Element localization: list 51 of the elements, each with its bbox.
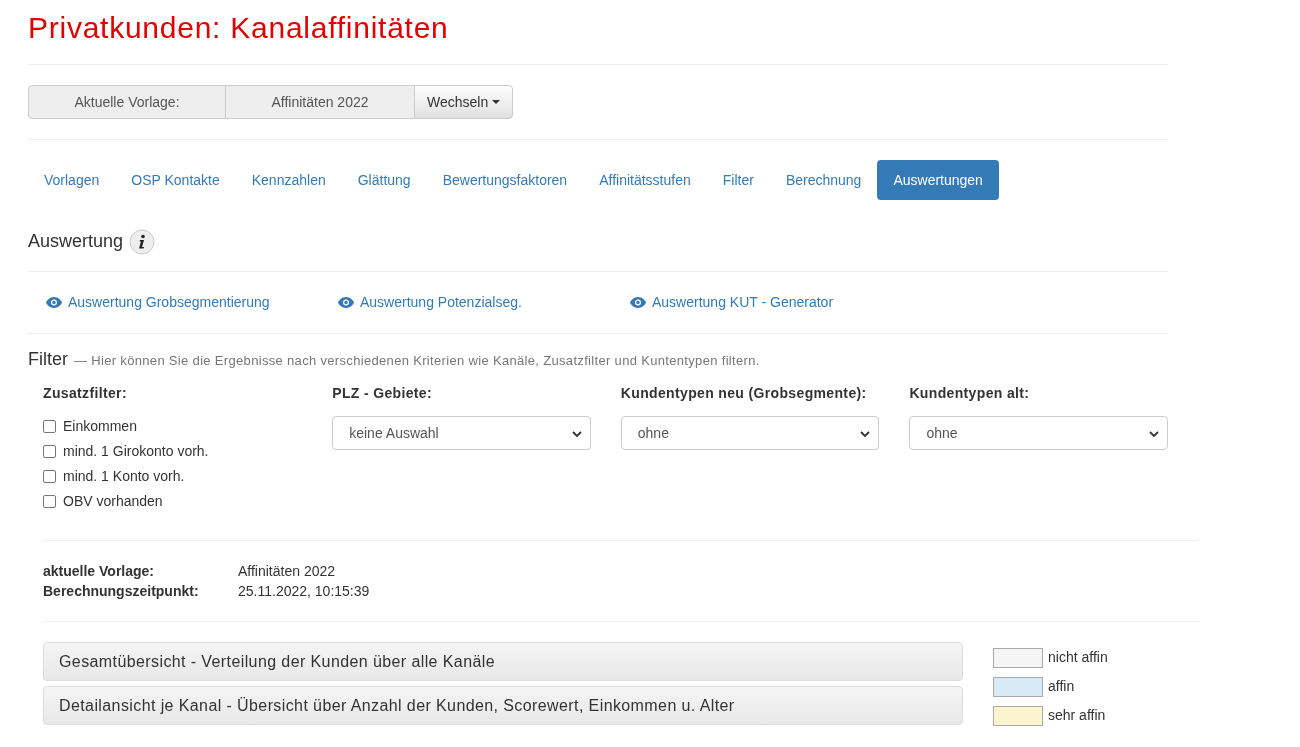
report-link[interactable]: Auswertung KUT - Generator xyxy=(630,292,890,313)
page-title: Privatkunden: Kanalaffinitäten xyxy=(28,10,450,46)
legend-label: affin xyxy=(1048,677,1075,696)
nav-tab[interactable]: Filter xyxy=(706,160,770,200)
info-value: 25.11.2022, 10:15:39 xyxy=(238,582,370,601)
legend-label: sehr affin xyxy=(1048,706,1106,725)
eye-icon xyxy=(46,297,62,308)
checkbox[interactable] xyxy=(43,420,56,433)
chevron-icon xyxy=(571,431,582,438)
eye-icon xyxy=(630,297,646,308)
select-label: PLZ - Gebiete: xyxy=(332,384,433,403)
nav-tab[interactable]: OSP Kontakte xyxy=(115,160,236,200)
chevron-icon xyxy=(1149,431,1159,438)
info-icon[interactable] xyxy=(129,228,156,255)
checkbox[interactable] xyxy=(43,445,56,458)
eye-icon xyxy=(338,297,354,308)
nav-tab[interactable]: Berechnung xyxy=(769,160,878,200)
info-value: Affinitäten 2022 xyxy=(238,562,336,581)
checkbox[interactable] xyxy=(43,495,56,508)
panel-header[interactable]: Detailansicht je Kanal - Übersicht über Anzahl der Kunden, Scorewert, Einkommen u. Alter xyxy=(43,686,963,725)
info-label: aktuelle Vorlage: xyxy=(43,562,155,581)
panel-header[interactable]: Gesamtübersicht - Verteilung der Kunden über alle Kanäle xyxy=(43,642,963,681)
report-link[interactable]: Auswertung Grobsegmentierung xyxy=(46,292,338,313)
filter-title: Filter xyxy=(28,348,68,371)
template-label: Aktuelle Vorlage: xyxy=(28,85,226,119)
nav-tab[interactable]: Glättung xyxy=(341,160,427,200)
filter-description: — Hier können Sie die Ergebnisse nach verschiedenen Kriterien wie Kanäle, Zusatzfilter und Kuntentypen filtern. xyxy=(74,352,760,370)
nav-tab[interactable]: Kennzahlen xyxy=(235,160,342,200)
caret-icon xyxy=(492,100,501,104)
nav-tab[interactable]: Affinitätsstufen xyxy=(583,160,707,200)
select-label: Kundentypen neu (Grobsegmente): xyxy=(620,384,868,403)
checkbox[interactable] xyxy=(43,470,56,483)
select-field[interactable]: keine Auswahl xyxy=(332,416,591,450)
checkbox-label: OBV vorhanden xyxy=(63,492,163,511)
template-value: Affinitäten 2022 xyxy=(226,85,414,119)
nav-tab[interactable]: Auswertungen xyxy=(877,160,999,200)
nav-tab[interactable]: Bewertungsfaktoren xyxy=(426,160,584,200)
filter-label: Zusatzfilter: xyxy=(43,384,128,403)
select-label: Kundentypen alt: xyxy=(909,384,1031,403)
checkbox-label: mind. 1 Girokonto vorh. xyxy=(63,442,209,461)
nav-tab[interactable]: Vorlagen xyxy=(28,160,116,200)
legend-label: nicht affin xyxy=(1048,648,1108,667)
select-field[interactable]: ohne xyxy=(909,416,1168,450)
section-title: Auswertung xyxy=(28,230,124,253)
info-label: Berechnungszeitpunkt: xyxy=(43,582,200,601)
change-dropdown-button[interactable]: Wechseln xyxy=(414,85,514,119)
checkbox-label: Einkommen xyxy=(63,417,137,436)
checkbox-label: mind. 1 Konto vorh. xyxy=(63,467,185,486)
select-field[interactable]: ohne xyxy=(620,416,880,450)
report-link[interactable]: Auswertung Potenzialseg. xyxy=(338,292,630,313)
chevron-icon xyxy=(860,431,871,438)
